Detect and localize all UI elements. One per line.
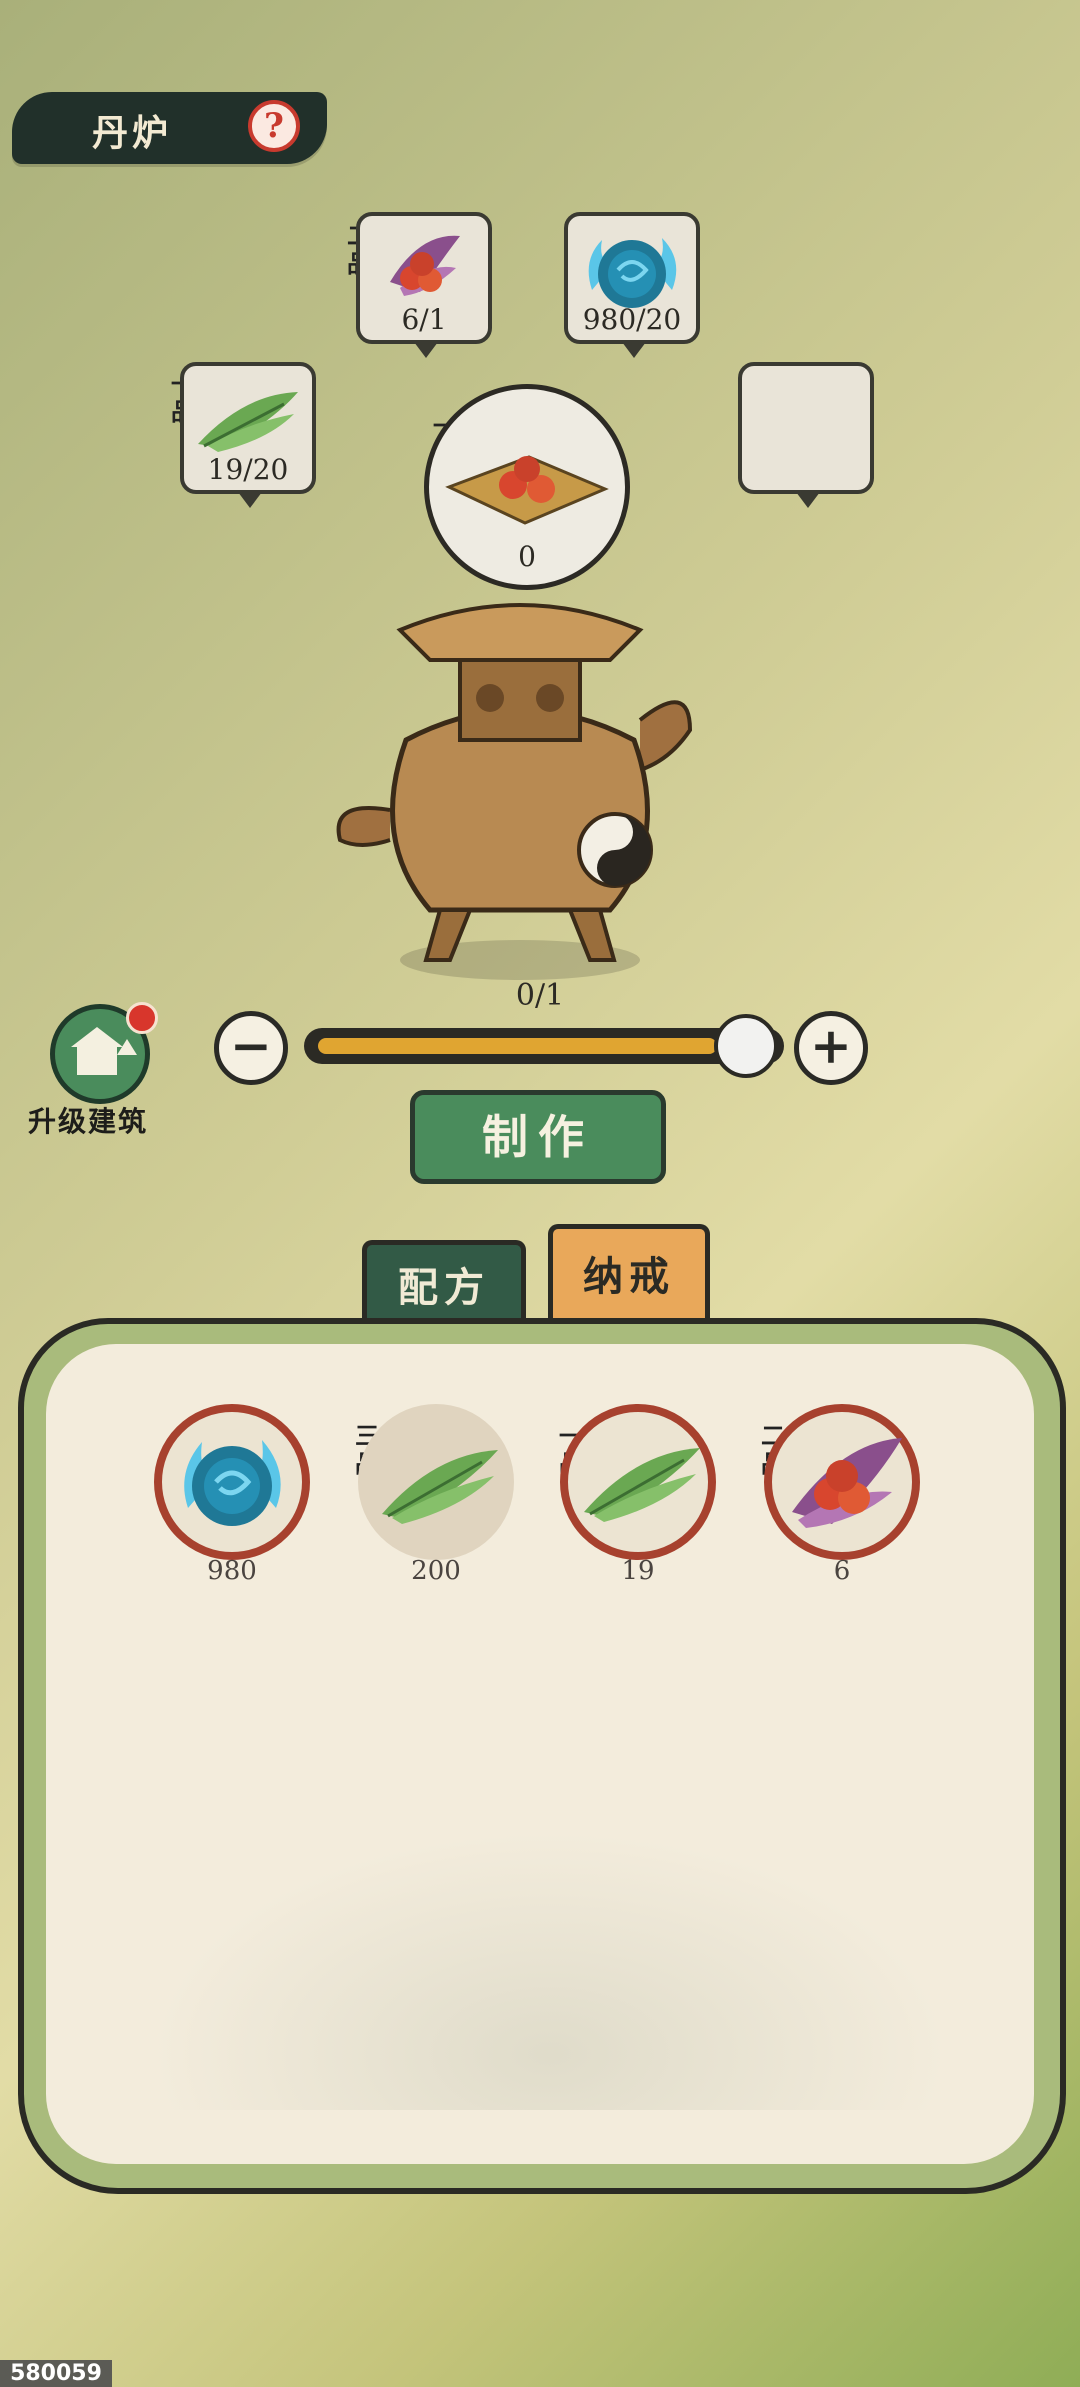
slider-handle[interactable] bbox=[714, 1014, 778, 1078]
spirit-orb-icon bbox=[184, 1440, 281, 1526]
inventory-item[interactable] bbox=[358, 1404, 514, 1560]
inventory-count: 980 bbox=[207, 1556, 257, 1586]
plus-button[interactable]: + bbox=[794, 1011, 868, 1085]
berry-herb-icon bbox=[792, 1438, 902, 1528]
craft-progress-label: 0/1 bbox=[515, 978, 565, 1013]
build-id-label: 580059 bbox=[0, 2360, 112, 2387]
inventory-count: 6 bbox=[833, 1556, 851, 1586]
help-icon[interactable]: ? bbox=[248, 100, 300, 152]
notification-dot bbox=[126, 1002, 158, 1034]
ingredient-slot[interactable]: 980/20 bbox=[564, 212, 700, 358]
berry-herb-icon bbox=[390, 235, 460, 296]
ingredient-slot[interactable]: 19/20 bbox=[180, 362, 316, 508]
slider-fill bbox=[318, 1038, 717, 1054]
upgrade-building-label: 升级建筑 bbox=[28, 1105, 149, 1138]
leaf-herb-icon bbox=[584, 1448, 700, 1522]
alchemy-furnace bbox=[336, 603, 693, 980]
ingredient-count: 6/1 bbox=[401, 303, 447, 336]
page-title: 丹炉 bbox=[92, 112, 173, 154]
inventory-count: 19 bbox=[621, 1556, 655, 1586]
mountain-mist-decoration bbox=[150, 1830, 950, 2110]
craft-button[interactable]: 制作 bbox=[410, 1090, 666, 1184]
leaf-herb-icon bbox=[382, 1450, 498, 1524]
ingredient-count: 980/20 bbox=[582, 303, 682, 336]
leaf-herb-icon bbox=[198, 392, 298, 452]
spirit-orb-icon bbox=[588, 238, 677, 308]
inventory-item[interactable] bbox=[560, 1404, 716, 1560]
ingredient-count: 19/20 bbox=[207, 453, 289, 486]
ingredient-slot[interactable]: 6/1 bbox=[356, 212, 492, 358]
minus-button[interactable]: − bbox=[214, 1011, 288, 1085]
tab-storage-ring[interactable]: 纳戒 bbox=[548, 1224, 710, 1332]
pill-icon bbox=[445, 455, 609, 525]
inventory-item[interactable] bbox=[764, 1404, 920, 1560]
empty-ingredient-slot[interactable] bbox=[738, 362, 874, 508]
inventory-item[interactable] bbox=[154, 1404, 310, 1560]
inventory-count: 200 bbox=[411, 1556, 461, 1586]
